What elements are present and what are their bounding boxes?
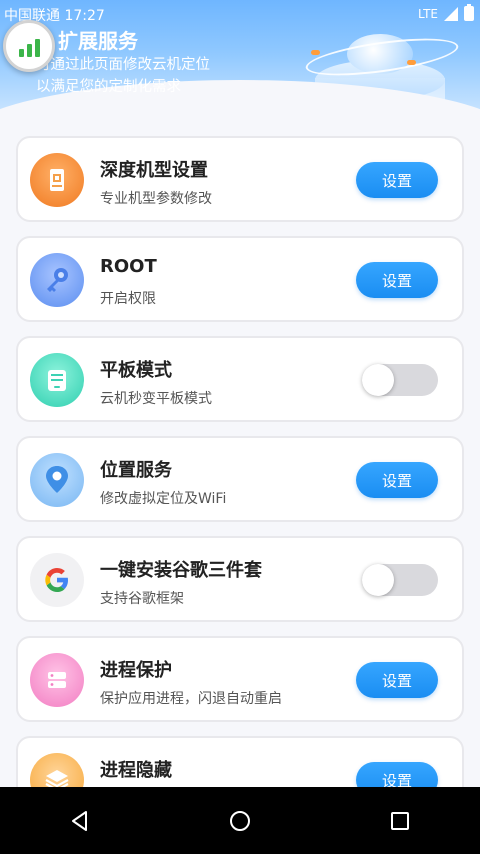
service-card-tablet-mode: 平板模式 云机秒变平板模式 <box>16 336 464 422</box>
page-description: 可通过此页面修改云机定位 以满足您的定制化需求 <box>36 57 210 95</box>
location-settings-button[interactable]: 设置 <box>356 462 438 498</box>
back-icon <box>72 810 87 831</box>
service-title: 进程隐藏 <box>100 760 172 781</box>
service-subtitle: 支持谷歌框架 <box>100 591 184 607</box>
service-title: 位置服务 <box>100 460 172 481</box>
root-settings-button[interactable]: 设置 <box>356 262 438 298</box>
location-pin-icon <box>30 453 84 507</box>
service-subtitle: 开启权限 <box>100 291 156 307</box>
phone-model-icon <box>30 153 84 207</box>
back-button[interactable] <box>50 796 110 846</box>
tablet-icon <box>30 353 84 407</box>
service-title: ROOT <box>100 256 157 277</box>
home-button[interactable] <box>210 796 270 846</box>
service-card-deep-model: 深度机型设置 专业机型参数修改 设置 <box>16 136 464 222</box>
service-subtitle: 专业机型参数修改 <box>100 191 212 207</box>
service-subtitle: 云机秒变平板模式 <box>100 391 212 407</box>
service-subtitle: 保护应用进程，闪退自动重启 <box>100 691 282 707</box>
process-protect-settings-button[interactable]: 设置 <box>356 662 438 698</box>
service-card-google: 一键安装谷歌三件套 支持谷歌框架 <box>16 536 464 622</box>
service-title: 进程保护 <box>100 660 172 681</box>
status-time: 17:27 <box>64 8 105 24</box>
service-subtitle: 修改虚拟定位及WiFi <box>100 491 227 507</box>
floating-signal-button[interactable] <box>3 20 55 72</box>
service-title: 一键安装谷歌三件套 <box>100 560 262 581</box>
status-bar: 中国联通 17:27 LTE <box>0 0 480 28</box>
recents-icon <box>391 811 409 830</box>
deep-model-settings-button[interactable]: 设置 <box>356 162 438 198</box>
recents-button[interactable] <box>370 796 430 846</box>
process-protect-icon <box>30 653 84 707</box>
service-title: 深度机型设置 <box>100 160 208 181</box>
battery-icon <box>464 4 474 21</box>
home-icon <box>230 810 250 831</box>
service-card-root: ROOT 开启权限 设置 <box>16 236 464 322</box>
service-title: 平板模式 <box>100 360 172 381</box>
signal-bars-icon <box>18 49 24 57</box>
google-icon <box>30 553 84 607</box>
service-card-location: 位置服务 修改虚拟定位及WiFi 设置 <box>16 436 464 522</box>
service-list: 深度机型设置 专业机型参数修改 设置 ROOT 开启权限 设置 平板模式 云机秒… <box>16 136 464 836</box>
signal-icon <box>444 6 458 21</box>
tablet-mode-toggle[interactable] <box>362 364 438 396</box>
service-card-process-protect: 进程保护 保护应用进程，闪退自动重启 设置 <box>16 636 464 722</box>
cloud-decoration <box>303 20 461 120</box>
network-type: LTE <box>418 6 438 21</box>
navigation-bar <box>0 787 480 854</box>
key-icon <box>30 253 84 307</box>
page-title: 扩展服务 <box>58 29 138 53</box>
google-suite-toggle[interactable] <box>362 564 438 596</box>
